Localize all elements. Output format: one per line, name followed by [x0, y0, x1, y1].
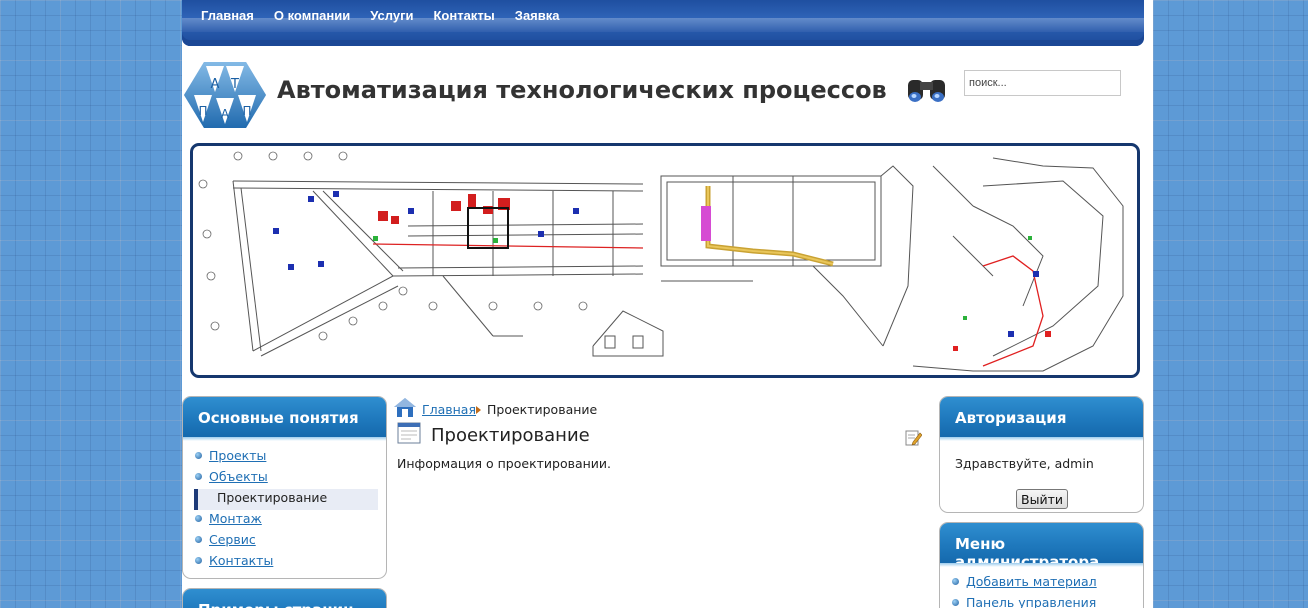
- logo-letter: А: [211, 77, 220, 92]
- greeting-text: Здравствуйте, admin: [955, 456, 1094, 471]
- article-text: Информация о проектировании.: [397, 456, 612, 471]
- menu-label: Проектирование: [217, 490, 328, 505]
- nav-item-home[interactable]: Главная: [201, 8, 254, 23]
- main-concepts-module: Основные понятия Проекты Объекты Проекти…: [182, 396, 387, 579]
- home-icon[interactable]: [393, 396, 417, 418]
- menu-item-contacts[interactable]: Контакты: [183, 552, 386, 573]
- menu-link[interactable]: Панель управления: [966, 595, 1096, 608]
- logo-letter: Т: [230, 77, 239, 92]
- menu-link[interactable]: Объекты: [209, 469, 268, 484]
- menu-item-projects[interactable]: Проекты: [183, 447, 386, 468]
- blueprint-banner-image: [198, 151, 1124, 372]
- main-concepts-menu: Проекты Объекты Проектирование Монтаж Се…: [183, 437, 386, 573]
- background-right: [1153, 0, 1308, 608]
- menu-item-design-active[interactable]: Проектирование: [194, 489, 378, 510]
- menu-link[interactable]: Проекты: [209, 448, 266, 463]
- menu-item-add-material[interactable]: Добавить материал: [940, 573, 1143, 594]
- top-navigation: Главная О компании Услуги Контакты Заявк…: [182, 0, 1144, 46]
- menu-item-objects[interactable]: Объекты: [183, 468, 386, 489]
- menu-link[interactable]: Монтаж: [209, 511, 262, 526]
- bullet-icon: [952, 578, 959, 585]
- menu-link[interactable]: Сервис: [209, 532, 256, 547]
- site-title: Автоматизация технологических процессов: [277, 76, 887, 104]
- background-left: [0, 0, 182, 608]
- article-window-icon: [397, 422, 421, 444]
- bullet-icon: [195, 473, 202, 480]
- edit-icon[interactable]: [905, 429, 922, 446]
- admin-menu-title: Меню администратора: [940, 523, 1143, 571]
- breadcrumb-arrow-icon: [476, 406, 481, 414]
- bullet-icon: [195, 515, 202, 522]
- logout-button[interactable]: Выйти: [1016, 489, 1068, 509]
- nav-item-contacts[interactable]: Контакты: [433, 8, 494, 23]
- nav-item-about[interactable]: О компании: [274, 8, 350, 23]
- auth-title: Авторизация: [940, 397, 1143, 441]
- breadcrumb-current: Проектирование: [487, 402, 598, 417]
- breadcrumb-home-link[interactable]: Главная: [422, 402, 476, 417]
- header-banner: [190, 143, 1140, 378]
- admin-menu-module: Меню администратора Добавить материал Па…: [939, 522, 1144, 608]
- auth-module: Авторизация Здравствуйте, admin Выйти: [939, 396, 1144, 513]
- article-title: Проектирование: [431, 425, 590, 446]
- bullet-icon: [952, 599, 959, 606]
- logo-letter: П: [198, 104, 207, 118]
- page-container: Главная О компании Услуги Контакты Заявк…: [182, 0, 1153, 608]
- main-concepts-title: Основные понятия: [183, 397, 386, 441]
- menu-link[interactable]: Добавить материал: [966, 574, 1097, 589]
- menu-item-service[interactable]: Сервис: [183, 531, 386, 552]
- page-examples-module: Примеры страниц: [182, 588, 387, 608]
- nav-item-services[interactable]: Услуги: [370, 8, 413, 23]
- site-logo[interactable]: А Т П А П: [184, 60, 266, 130]
- search-input[interactable]: [964, 70, 1121, 96]
- menu-link[interactable]: Контакты: [209, 553, 273, 568]
- bullet-icon: [195, 452, 202, 459]
- bullet-icon: [195, 536, 202, 543]
- logo-letter: П: [242, 104, 251, 118]
- menu-item-control-panel[interactable]: Панель управления: [940, 594, 1143, 608]
- nav-item-request[interactable]: Заявка: [515, 8, 560, 23]
- bullet-icon: [195, 557, 202, 564]
- logo-letter: А: [221, 107, 230, 121]
- binoculars-icon[interactable]: [906, 72, 948, 104]
- menu-item-installation[interactable]: Монтаж: [183, 510, 386, 531]
- page-examples-title: Примеры страниц: [183, 589, 386, 608]
